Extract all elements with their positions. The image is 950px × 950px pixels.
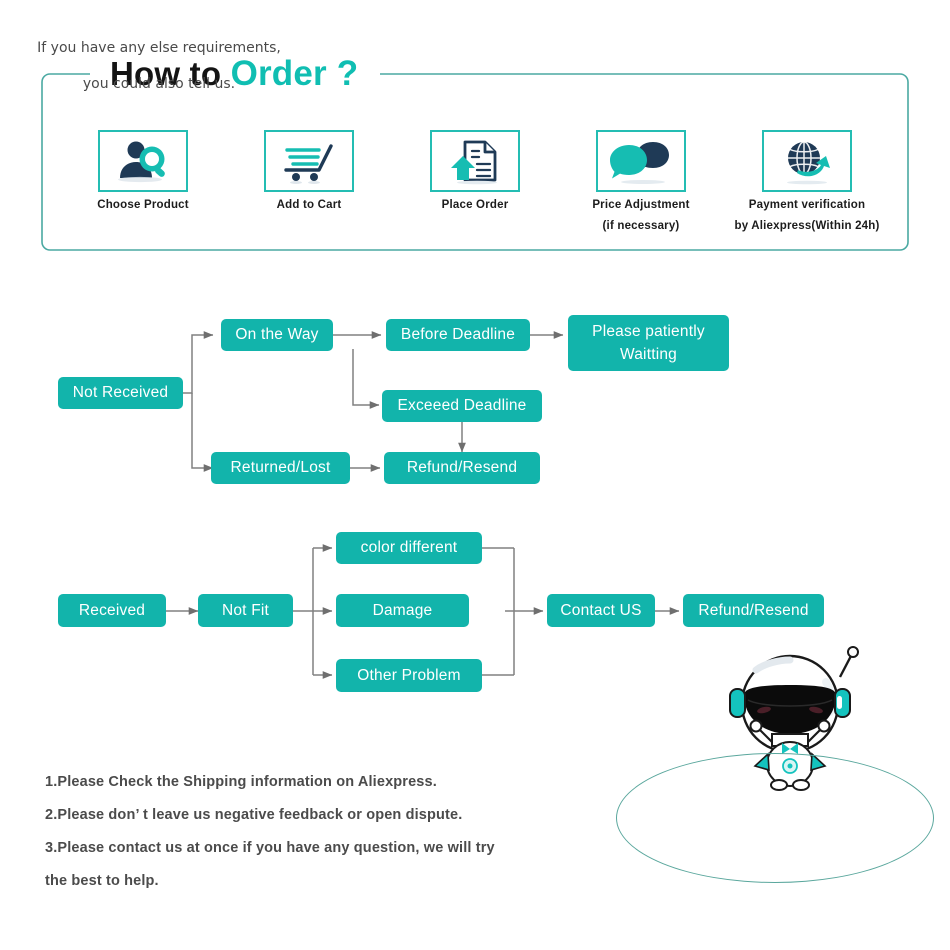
flow-box-received[interactable]: Received [58,594,166,627]
flow-box-on-the-way[interactable]: On the Way [221,319,333,351]
please-waiting-line2: Waitting [619,346,677,363]
note-item: the best to help. [45,873,159,889]
flow-box-please-waiting[interactable]: Please patiently Waitting [568,315,729,371]
please-waiting-line1: Please patiently [592,323,705,340]
flow-box-exceed-deadline[interactable]: Exceeed Deadline [382,390,542,422]
flow-box-other-problem[interactable]: Other Problem [336,659,482,692]
notes-list: 1.Please Check the Shipping information … [45,766,635,898]
speech-bubble-text: If you have any else requirements, you c… [0,30,318,102]
note-item: 2.Please don’ t leave us negative feedba… [45,807,463,823]
flow-box-refund-resend-2[interactable]: Refund/Resend [683,594,824,627]
flow-box-damage[interactable]: Damage [336,594,469,627]
speech-bubble-oval [616,753,934,883]
speech-line-2: you could also tell us. [82,76,236,92]
note-item: 3.Please contact us at once if you have … [45,840,495,856]
flow-box-contact-us[interactable]: Contact US [547,594,655,627]
flow-box-before-deadline[interactable]: Before Deadline [386,319,530,351]
flow-box-refund-resend-1[interactable]: Refund/Resend [384,452,540,484]
flow-box-color-different[interactable]: color different [336,532,482,564]
flow-box-returned-lost[interactable]: Returned/Lost [211,452,350,484]
note-item: 1.Please Check the Shipping information … [45,774,437,790]
speech-line-1: If you have any else requirements, [37,40,281,56]
page-root: How to Order ? Choose Product Add to Car… [0,0,950,950]
flow-box-not-received[interactable]: Not Received [58,377,183,409]
flow-box-not-fit[interactable]: Not Fit [198,594,293,627]
